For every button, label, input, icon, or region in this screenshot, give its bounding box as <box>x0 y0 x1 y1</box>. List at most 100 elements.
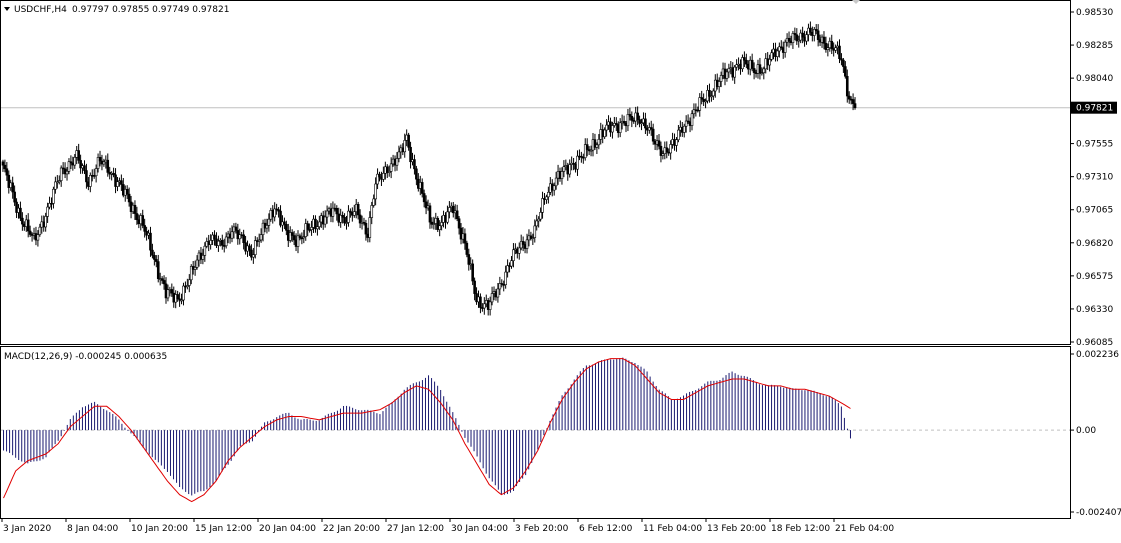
candle-body <box>38 226 42 235</box>
candle-body <box>292 235 296 241</box>
time-tick-label: 27 Jan 12:00 <box>387 524 444 534</box>
candle-body <box>234 226 238 231</box>
price-pane[interactable] <box>0 0 1071 345</box>
candle-body <box>153 255 156 260</box>
candle-body <box>26 219 30 232</box>
candle-body <box>252 254 255 258</box>
candle-body <box>149 232 152 251</box>
candle-body <box>853 103 857 108</box>
candle-body <box>59 167 63 181</box>
time-tick-label: 18 Feb 12:00 <box>771 524 830 534</box>
candle-body <box>440 222 443 227</box>
candle-body <box>809 27 812 33</box>
candle-body <box>750 59 754 69</box>
price-tick-label: 0.96330 <box>1076 305 1113 315</box>
candle-body <box>370 205 374 218</box>
candle-body <box>102 161 106 165</box>
time-tick-label: 13 Feb 20:00 <box>707 524 766 534</box>
candle-body <box>166 289 170 299</box>
candle-body <box>838 45 841 60</box>
candle-body <box>422 193 426 203</box>
candle-body <box>842 59 845 67</box>
candle-body <box>463 233 467 244</box>
time-tick-label: 3 Jan 2020 <box>3 524 51 534</box>
candle-body <box>568 164 572 175</box>
candle-body <box>834 47 837 51</box>
candle-body <box>352 211 356 216</box>
candle-body <box>758 64 762 74</box>
candle-body <box>669 144 672 154</box>
candle-body <box>752 68 756 73</box>
candle-body <box>382 173 385 180</box>
candle-body <box>845 75 849 97</box>
candle-body <box>717 81 721 87</box>
candle-body <box>187 279 191 286</box>
candle-body <box>682 125 686 133</box>
candle-body <box>318 221 321 228</box>
candle-body <box>1 161 5 166</box>
candle-body <box>512 249 515 261</box>
candle-body <box>420 182 424 194</box>
candle-body <box>125 189 129 195</box>
candle-body <box>776 50 779 57</box>
candle-body <box>675 139 678 146</box>
candle-body <box>415 168 418 180</box>
candle-body <box>595 144 599 148</box>
candle-body <box>636 112 639 120</box>
candle-body <box>285 224 288 231</box>
candle-body <box>98 157 102 162</box>
candle-body <box>358 214 362 224</box>
candle-body <box>725 71 729 79</box>
candle-body <box>438 225 441 230</box>
candle-body <box>603 129 606 138</box>
candle-body <box>585 144 589 150</box>
current-price-tag: 0.97821 <box>1071 101 1117 114</box>
time-tick-label: 11 Feb 04:00 <box>643 524 702 534</box>
candle-body <box>323 216 327 225</box>
candle-body <box>547 191 550 198</box>
candle-body <box>335 208 339 215</box>
candle-body <box>372 198 375 206</box>
candle-body <box>356 204 360 216</box>
candle-body <box>745 59 748 65</box>
candle-body <box>455 210 459 220</box>
candle-body <box>413 159 416 170</box>
candle-body <box>618 122 622 133</box>
candle-body <box>248 245 251 251</box>
candle-body <box>298 235 302 239</box>
candle-body <box>368 217 372 238</box>
candle-body <box>106 159 110 173</box>
candle-body <box>306 223 309 230</box>
current-price-label: 0.97821 <box>1076 104 1113 114</box>
candle-body <box>597 139 601 146</box>
candle-body <box>195 259 199 268</box>
time-axis: 3 Jan 2020 8 Jan 04:00 10 Jan 20:00 15 Jan … <box>1 518 894 534</box>
candle-body <box>535 220 539 227</box>
candle-body <box>525 239 529 249</box>
candle-body <box>844 66 847 77</box>
candle-body <box>3 164 7 170</box>
candle-body <box>830 40 834 49</box>
candle-body <box>77 150 80 161</box>
candle-body <box>135 213 139 221</box>
header: USDCHF,H4 0.97797 0.97855 0.97749 0.9782… <box>4 5 229 15</box>
candle-body <box>770 52 773 60</box>
price-tick-label: 0.98530 <box>1076 8 1113 18</box>
candle-body <box>719 75 723 82</box>
candle-body <box>162 280 166 285</box>
candle-body <box>630 115 634 121</box>
candle-body <box>517 247 521 254</box>
candle-body <box>230 231 234 239</box>
candle-body <box>201 255 205 260</box>
candle-body <box>155 259 158 262</box>
candle-body <box>554 177 558 187</box>
time-tick-label: 30 Jan 04:00 <box>451 524 508 534</box>
candle-body <box>397 151 401 159</box>
candle-body <box>496 288 500 298</box>
price-tick-label: 0.96820 <box>1076 239 1113 249</box>
time-tick-label: 3 Feb 20:00 <box>515 524 569 534</box>
candle-body <box>712 90 715 97</box>
candle-body <box>127 193 131 203</box>
candle-body <box>374 183 377 200</box>
candle-body <box>471 263 474 282</box>
